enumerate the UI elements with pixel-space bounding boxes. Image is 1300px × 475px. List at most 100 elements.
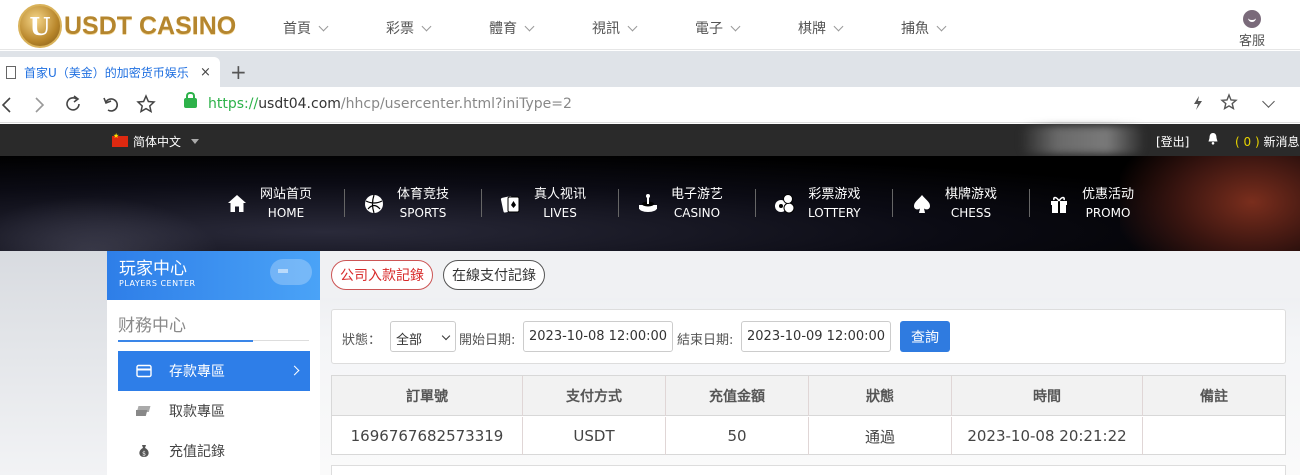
close-tab-icon[interactable]: × [200, 65, 211, 80]
reload-icon[interactable] [64, 95, 82, 113]
messages-label: 新消息 [1263, 135, 1300, 149]
lottery-balls-icon [775, 194, 795, 214]
column-header: 支付方式 [523, 376, 666, 416]
tab-label: 公司入款記錄 [340, 268, 424, 284]
slot-icon [639, 194, 657, 212]
nav-label-en: LOTTERY [808, 206, 861, 220]
bookmark-star-icon[interactable] [136, 94, 156, 114]
china-flag-icon [112, 132, 128, 147]
url-scheme: https:// [208, 96, 259, 112]
players-center-header: 玩家中心 PLAYERS CENTER [107, 251, 320, 300]
section-underline [118, 340, 253, 342]
cards-icon [500, 196, 520, 213]
browser-tab[interactable]: 首家U（美金）的加密货币娱乐 × [0, 57, 220, 87]
top-nav-item-home[interactable]: 首頁 [283, 18, 386, 38]
new-messages-link[interactable]: ( 0 ) 新消息 [1235, 133, 1299, 150]
nav-label-en: PROMO [1085, 206, 1131, 220]
top-nav-item-electronic[interactable]: 電子 [695, 18, 798, 38]
main-nav-lives[interactable]: 真人视讯 LIVES [481, 184, 631, 224]
pagination-panel [331, 465, 1286, 475]
cell-time: 2023-10-08 20:21:22 [952, 417, 1143, 455]
main-nav-sports[interactable]: 体育竞技 SPORTS [344, 184, 494, 224]
end-date-input[interactable]: 2023-10-09 12:00:00 [741, 321, 891, 352]
top-nav-item-lottery[interactable]: 彩票 [386, 18, 489, 38]
table-row: 1696767682573319 USDT 50 通過 2023-10-08 2… [332, 417, 1285, 455]
top-nav-label: 彩票 [386, 21, 414, 37]
cell-status: 通過 [809, 417, 952, 455]
chevron-down-icon [318, 21, 329, 31]
nav-label-en: CASINO [673, 206, 721, 220]
spade-icon [914, 195, 930, 213]
tab-online-payment-records[interactable]: 在線支付記錄 [443, 260, 545, 290]
main-nav-lottery[interactable]: 彩票游戏 LOTTERY [755, 184, 905, 224]
logout-link[interactable]: [登出] [1156, 133, 1189, 150]
chevron-down-icon [441, 331, 451, 341]
top-nav-item-fishing[interactable]: 捕魚 [901, 18, 1004, 38]
nav-label-cn: 彩票游戏 [808, 187, 861, 202]
main-nav-promo[interactable]: 优惠活动 PROMO [1029, 184, 1179, 224]
status-select-value: 全部 [396, 333, 423, 348]
sidebar-item-label: 充值記錄 [169, 444, 225, 460]
column-header: 訂單號 [332, 376, 523, 416]
tab-title: 首家U（美金）的加密货币娱乐 [24, 65, 189, 80]
start-date-input[interactable]: 2023-10-08 12:00:00 [523, 321, 673, 352]
sidebar-item-withdraw[interactable]: 取款專區 [118, 391, 310, 431]
url-host: usdt04.com [258, 96, 341, 112]
status-select[interactable]: 全部 [390, 321, 456, 352]
chevron-down-icon [524, 21, 535, 31]
ball-icon [365, 194, 383, 214]
language-selector[interactable]: 简体中文 [112, 132, 200, 150]
browser-address-bar: https://usdt04.com/hhcp/usercenter.html?… [0, 87, 1300, 123]
chevron-down-icon [627, 21, 638, 31]
url-path: /hhcp/usercenter.html?iniType=2 [340, 96, 572, 112]
chevron-down-icon [421, 21, 432, 31]
document-icon [6, 65, 16, 79]
top-nav-item-chess[interactable]: 棋牌 [798, 18, 901, 38]
column-header: 充值金額 [666, 376, 809, 416]
messages-count: ( 0 ) [1235, 135, 1260, 149]
top-nav-label: 電子 [695, 21, 723, 37]
usdt-casino-logo[interactable]: U USDT CASINO [18, 4, 236, 48]
main-nav-chess[interactable]: 棋牌游戏 CHESS [892, 184, 1042, 224]
url-field[interactable]: https://usdt04.com/hhcp/usercenter.html?… [208, 96, 572, 112]
chevron-down-icon [936, 21, 947, 31]
sidebar-item-label: 取款專區 [169, 404, 225, 420]
bolt-icon[interactable] [1192, 95, 1204, 111]
tab-company-deposit-records[interactable]: 公司入款記錄 [331, 260, 433, 290]
top-nav-label: 視訊 [592, 21, 620, 37]
filter-panel: 狀態： 全部 開始日期: 2023-10-08 12:00:00 結束日期: 2… [331, 309, 1286, 364]
tab-label: 在線支付記錄 [452, 268, 536, 284]
query-button[interactable]: 查詢 [900, 321, 950, 352]
nav-label-cn: 优惠活动 [1082, 187, 1135, 202]
undo-icon[interactable] [102, 95, 120, 113]
top-nav-label: 首頁 [283, 21, 311, 37]
gamepad-icon [270, 259, 312, 285]
main-nav-home[interactable]: 网站首页 HOME [220, 184, 357, 224]
back-icon[interactable] [0, 97, 14, 113]
star-icon[interactable] [1220, 93, 1238, 111]
nav-label-cn: 棋牌游戏 [945, 187, 998, 202]
forward-icon[interactable] [32, 97, 46, 113]
top-nav-item-sports[interactable]: 體育 [489, 18, 592, 38]
browser-tabbar: 首家U（美金）的加密货币娱乐 × + [0, 51, 1300, 87]
customer-service-button[interactable]: 客服 [1236, 10, 1268, 49]
sidebar-item-recharge-records[interactable]: $ 充值記錄 [118, 431, 310, 471]
site-header-strip: 简体中文 [登出] ( 0 ) 新消息 [0, 124, 1300, 156]
top-nav: 首頁 彩票 體育 視訊 電子 棋牌 捕魚 [283, 18, 1004, 38]
site-topbar: U USDT CASINO 首頁 彩票 體育 視訊 電子 棋牌 捕魚 客服 [0, 0, 1300, 50]
bell-icon[interactable] [1207, 132, 1219, 145]
new-tab-button[interactable]: + [230, 60, 247, 84]
top-nav-label: 體育 [489, 21, 517, 37]
service-label: 客服 [1238, 34, 1265, 49]
gift-icon [1051, 196, 1067, 213]
caret-down-icon [191, 139, 200, 144]
top-nav-label: 捕魚 [901, 21, 929, 37]
cell-remark [1143, 417, 1285, 455]
sidebar-item-deposit[interactable]: 存款專區 [118, 351, 310, 391]
money-bag-icon: $ [139, 445, 149, 458]
table-header: 訂單號 支付方式 充值金額 狀態 時間 備註 [332, 376, 1285, 416]
end-date-label: 結束日期: [677, 333, 734, 348]
main-nav-casino[interactable]: 电子游艺 CASINO [618, 184, 768, 224]
top-nav-item-video[interactable]: 視訊 [592, 18, 695, 38]
chevron-down-icon[interactable] [1262, 95, 1275, 108]
